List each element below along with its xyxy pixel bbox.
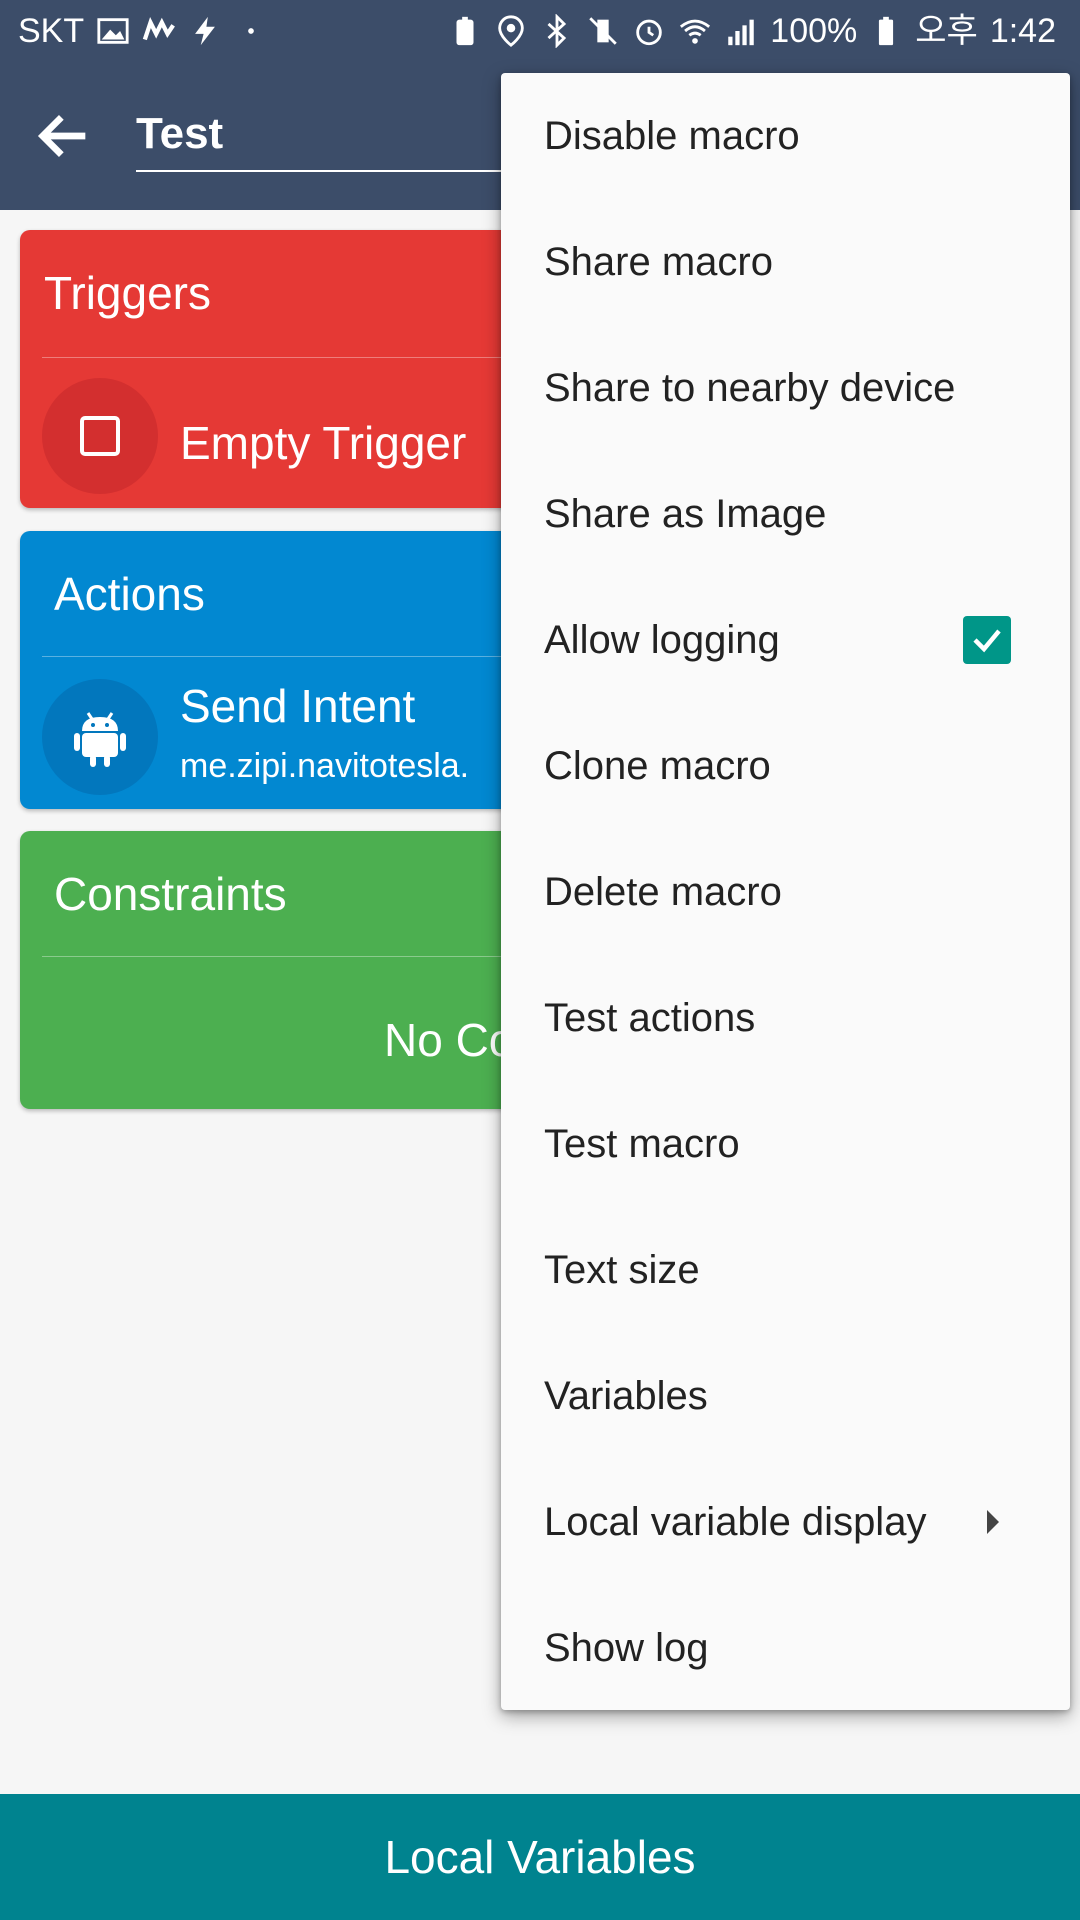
clock: 1:42	[989, 12, 1056, 50]
android-icon	[74, 712, 126, 767]
local-variables-label: Local Variables	[384, 1831, 696, 1883]
alarm-icon	[632, 14, 666, 48]
allow-logging-checkbox[interactable]	[963, 616, 1011, 664]
bluetooth-icon	[540, 13, 574, 49]
menu-item-label: Disable macro	[544, 113, 800, 158]
menu-item-test-actions[interactable]: Test actions	[501, 955, 1070, 1081]
square-icon	[80, 416, 120, 456]
carrier-label: SKT	[18, 12, 85, 50]
menu-item-label: Variables	[544, 1373, 708, 1418]
vibrate-mute-icon	[586, 14, 620, 48]
menu-item-label: Delete macro	[544, 869, 782, 914]
battery-saver-icon	[448, 14, 482, 48]
menu-item-share-image[interactable]: Share as Image	[501, 451, 1070, 577]
action-item-title[interactable]: Send Intent	[180, 679, 415, 733]
menu-item-label: Show log	[544, 1625, 709, 1670]
send-intent-icon-circle	[42, 679, 158, 795]
no-constraints-text: No Co	[384, 1014, 515, 1066]
wifi-icon	[678, 14, 712, 48]
menu-item-local-variable-display[interactable]: Local variable display	[501, 1459, 1070, 1585]
chevron-right-icon	[987, 1510, 999, 1534]
menu-item-label: Test macro	[544, 1121, 740, 1166]
empty-trigger-icon-circle	[42, 378, 158, 494]
back-button[interactable]	[32, 104, 96, 168]
battery-icon	[869, 14, 903, 48]
status-right: 100% 오후 1:42	[448, 10, 1056, 52]
dot-icon	[234, 14, 268, 48]
constraints-header: Constraints	[54, 868, 287, 920]
location-icon	[494, 14, 528, 48]
menu-item-share-macro[interactable]: Share macro	[501, 199, 1070, 325]
local-variables-button[interactable]: Local Variables	[0, 1794, 1080, 1920]
menu-item-label: Share as Image	[544, 491, 827, 536]
menu-item-clone-macro[interactable]: Clone macro	[501, 703, 1070, 829]
menu-item-label: Text size	[544, 1247, 700, 1292]
arrow-left-icon	[37, 114, 86, 158]
menu-item-label: Allow logging	[544, 617, 780, 662]
menu-item-delete-macro[interactable]: Delete macro	[501, 829, 1070, 955]
flash-icon	[188, 14, 222, 48]
signal-icon	[724, 14, 758, 48]
menu-item-disable-macro[interactable]: Disable macro	[501, 73, 1070, 199]
status-left: SKT	[18, 10, 268, 52]
menu-item-label: Clone macro	[544, 743, 771, 788]
menu-item-show-log[interactable]: Show log	[501, 1585, 1070, 1711]
menu-item-text-size[interactable]: Text size	[501, 1207, 1070, 1333]
menu-item-label: Share macro	[544, 239, 773, 284]
action-item-subtitle: me.zipi.navitotesla.	[180, 747, 470, 785]
actions-header: Actions	[54, 568, 205, 620]
overflow-menu: Disable macro Share macro Share to nearb…	[501, 73, 1070, 1710]
menu-item-variables[interactable]: Variables	[501, 1333, 1070, 1459]
ampm-label: 오후	[915, 12, 978, 50]
triggers-header: Triggers	[44, 267, 211, 319]
status-bar: SKT 100% 오후 1:42	[0, 0, 1080, 62]
menu-item-allow-logging[interactable]: Allow logging	[501, 577, 1070, 703]
check-icon	[973, 629, 1001, 653]
gallery-icon	[96, 14, 130, 48]
m-app-icon	[142, 14, 176, 48]
menu-item-label: Share to nearby device	[544, 365, 956, 410]
menu-item-share-nearby[interactable]: Share to nearby device	[501, 325, 1070, 451]
trigger-item-title[interactable]: Empty Trigger	[180, 416, 466, 470]
menu-item-label: Test actions	[544, 995, 756, 1040]
battery-percent: 100%	[770, 12, 858, 50]
menu-item-test-macro[interactable]: Test macro	[501, 1081, 1070, 1207]
menu-item-label: Local variable display	[544, 1499, 927, 1544]
